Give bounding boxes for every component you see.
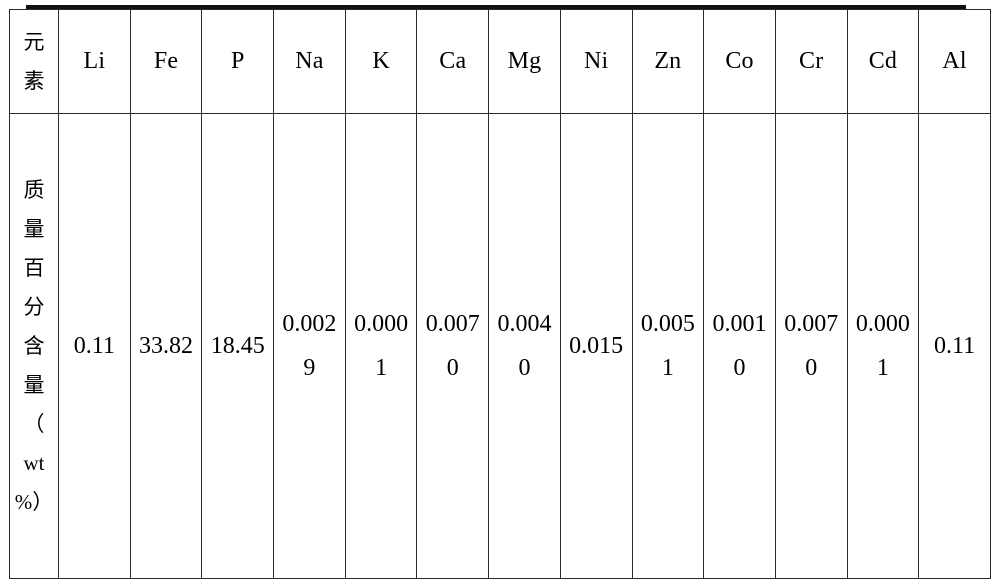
data-cell-zn: 0.0051	[631, 113, 705, 579]
data-cell-value: 0.0010	[712, 310, 767, 381]
data-row-label-char: （	[23, 411, 45, 436]
data-cell-value: 0.0001	[354, 310, 409, 381]
data-cell-value: 0.11	[934, 332, 976, 359]
column-header-label: Ni	[583, 48, 609, 75]
data-row-label-char: %）	[14, 489, 54, 514]
column-header-label: K	[372, 48, 390, 75]
data-cell-value: 0.0051	[640, 310, 695, 381]
column-header-label: Na	[295, 48, 324, 75]
column-header-label: Li	[83, 48, 106, 75]
header-row-label-cell: 元 素	[9, 9, 59, 114]
data-cell-value: 0.0070	[784, 310, 839, 381]
column-header-label: Zn	[654, 48, 682, 75]
data-cell-na: 0.0029	[273, 113, 346, 579]
column-header-al: Al	[918, 9, 991, 114]
data-row-label-char: wt	[23, 450, 45, 475]
column-header-cd: Cd	[846, 9, 920, 114]
column-header-co: Co	[703, 9, 776, 114]
data-cell-li: 0.11	[58, 113, 131, 579]
column-header-fe: Fe	[129, 9, 203, 114]
data-cell-value: 0.0040	[497, 310, 552, 381]
header-row-label-char: 元	[23, 29, 45, 54]
column-header-label: Fe	[153, 48, 179, 75]
column-header-label: Cr	[799, 48, 824, 75]
element-composition-table: 元 素 Li Fe P Na K Ca Mg Ni Zn Co Cr Cd Al	[9, 9, 991, 579]
data-row-label-char: 量	[23, 372, 45, 397]
data-cell-value: 0.0029	[282, 310, 337, 381]
data-cell-value: 18.45	[210, 332, 265, 359]
column-header-zn: Zn	[631, 9, 705, 114]
data-cell-value: 33.82	[139, 332, 194, 359]
data-cell-k: 0.0001	[344, 113, 418, 579]
column-header-ca: Ca	[416, 9, 490, 114]
data-cell-ni: 0.015	[559, 113, 633, 579]
column-header-mg: Mg	[488, 9, 561, 114]
column-header-k: K	[344, 9, 418, 114]
data-cell-p: 18.45	[201, 113, 275, 579]
column-header-li: Li	[58, 9, 131, 114]
data-cell-value: 0.015	[569, 332, 624, 359]
data-cell-al: 0.11	[918, 113, 991, 579]
data-row-label-char: 量	[23, 216, 45, 241]
column-header-label: Ca	[439, 48, 467, 75]
data-row-label-stack: 质 量 百 分 含 量 （ wt %）	[10, 114, 58, 578]
data-cell-value: 0.0070	[425, 310, 480, 381]
column-header-label: Mg	[507, 48, 542, 75]
column-header-label: Cd	[868, 48, 898, 75]
page-canvas: 元 素 Li Fe P Na K Ca Mg Ni Zn Co Cr Cd Al	[0, 0, 1000, 587]
data-cell-cr: 0.0070	[774, 113, 848, 579]
table-header-row: 元 素 Li Fe P Na K Ca Mg Ni Zn Co Cr Cd Al	[9, 9, 991, 114]
data-cell-ca: 0.0070	[416, 113, 490, 579]
table-body: 元 素 Li Fe P Na K Ca Mg Ni Zn Co Cr Cd Al	[9, 9, 991, 579]
column-header-na: Na	[273, 9, 346, 114]
data-cell-value: 0.11	[73, 332, 115, 359]
data-cell-value: 0.0001	[855, 310, 910, 381]
column-header-label: P	[230, 48, 245, 75]
data-row-label-char: 分	[23, 294, 45, 319]
table-data-row: 质 量 百 分 含 量 （ wt %） 0.11 33.82 18.45 0.0…	[9, 113, 991, 579]
column-header-label: Al	[942, 48, 967, 75]
column-header-cr: Cr	[774, 9, 848, 114]
data-row-label-cell: 质 量 百 分 含 量 （ wt %）	[9, 113, 59, 579]
column-header-label: Co	[725, 48, 754, 75]
data-cell-co: 0.0010	[703, 113, 776, 579]
header-row-label-stack: 元 素	[10, 10, 58, 113]
column-header-p: P	[201, 9, 275, 114]
data-row-label-char: 百	[23, 255, 45, 280]
header-row-label-char: 素	[23, 68, 45, 93]
data-cell-cd: 0.0001	[846, 113, 920, 579]
data-row-label-char: 含	[23, 333, 45, 358]
data-row-label-char: 质	[23, 177, 45, 202]
data-cell-mg: 0.0040	[488, 113, 561, 579]
column-header-ni: Ni	[559, 9, 633, 114]
data-cell-fe: 33.82	[129, 113, 203, 579]
